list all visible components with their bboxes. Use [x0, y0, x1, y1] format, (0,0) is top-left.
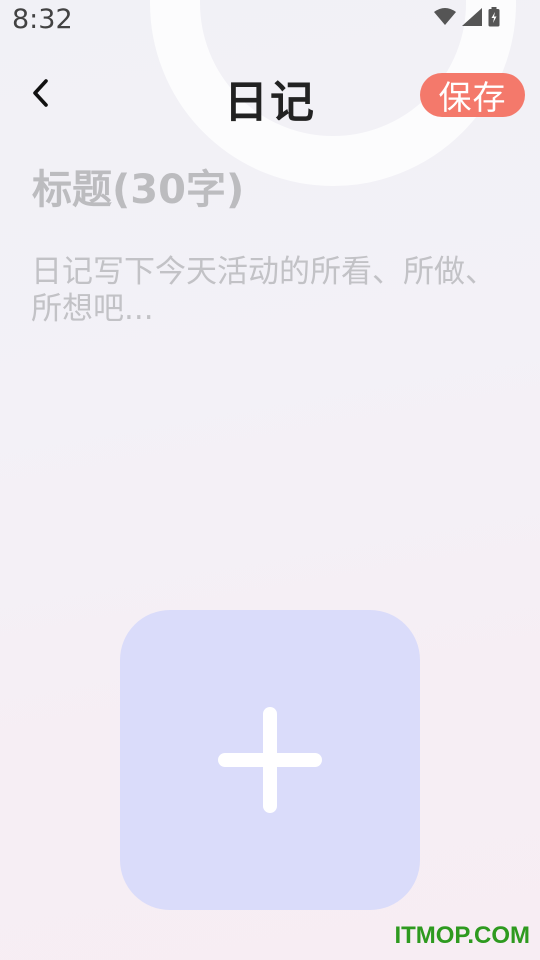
- status-icons: [434, 7, 500, 27]
- header: 日记 保存: [0, 64, 540, 128]
- signal-icon: [462, 8, 482, 26]
- wifi-icon: [434, 8, 456, 26]
- save-button[interactable]: 保存: [420, 73, 525, 117]
- status-bar: 8:32: [0, 0, 540, 46]
- plus-icon-vertical: [263, 707, 277, 813]
- watermark: ITMOP.COM: [394, 922, 530, 949]
- status-time: 8:32: [12, 4, 73, 35]
- title-input[interactable]: 标题(30字): [32, 162, 502, 218]
- content-input[interactable]: 日记写下今天活动的所看、所做、所想吧...: [31, 254, 501, 328]
- battery-charging-icon: [488, 7, 500, 27]
- add-image-button[interactable]: [120, 610, 420, 910]
